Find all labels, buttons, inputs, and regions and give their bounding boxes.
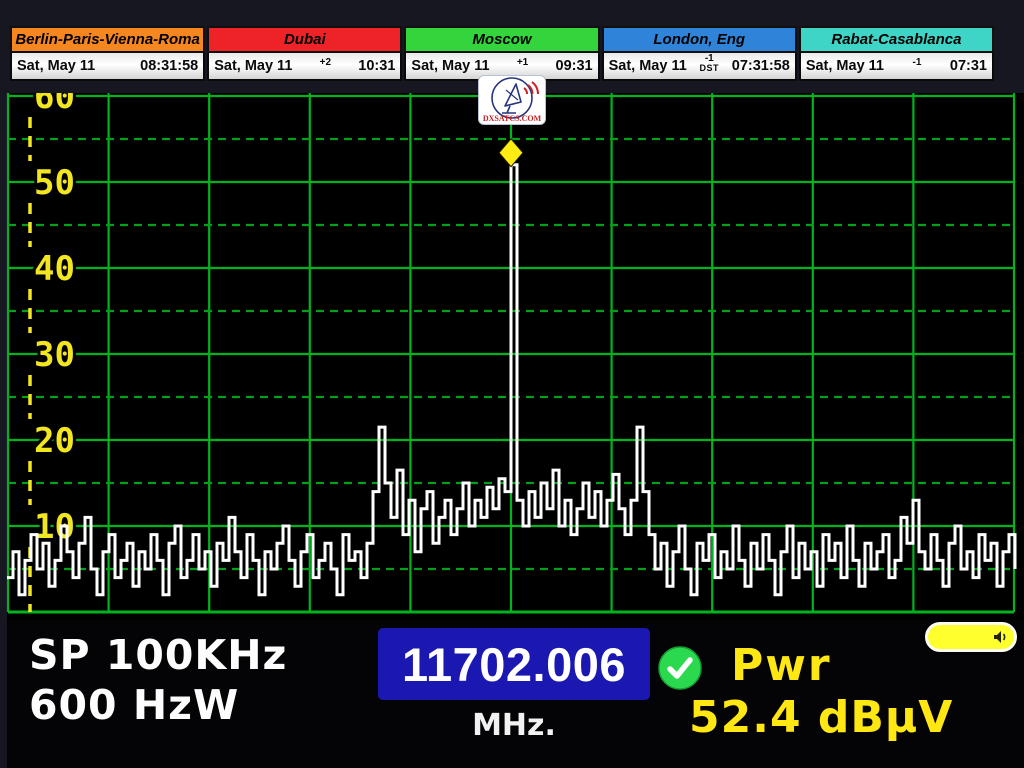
clock-date: Sat, May 11 (609, 58, 687, 74)
speaker-icon (992, 629, 1008, 645)
clock-column: Rabat-Casablanca Sat, May 11 -1 07:31 (799, 26, 994, 84)
readout-panel: SP 100KHz 600 HzW 11702.006 MHz. Pwr 52.… (7, 620, 1024, 768)
clock-time: 07:31:58 (732, 58, 790, 74)
clock-utc-offset: +2 (320, 58, 331, 68)
clock-date: Sat, May 11 (806, 58, 884, 74)
frequency-unit-label: MHz. (378, 708, 650, 743)
clock-date: Sat, May 11 (214, 58, 292, 74)
clock-city-label: London, Eng (602, 26, 797, 53)
spectrum-plot: 60 50 40 30 20 10 (0, 93, 1024, 620)
clock-city-label: Rabat-Casablanca (799, 26, 994, 53)
clock-time-row: Sat, May 11 -1 07:31 (799, 53, 994, 81)
y-axis-tick-label: 50 (34, 163, 75, 203)
clock-utc-offset: -1 DST (700, 54, 720, 73)
clock-column: London, Eng Sat, May 11 -1 DST 07:31:58 (602, 26, 797, 84)
span-label: SP 100KHz (29, 630, 287, 680)
clock-column: Dubai Sat, May 11 +2 10:31 (207, 26, 402, 84)
y-axis-tick-label: 20 (34, 421, 75, 461)
bandwidth-label: 600 HzW (29, 680, 287, 730)
frequency-value: 11702.006 (402, 637, 626, 692)
clock-time: 07:31 (950, 58, 987, 74)
clock-column: Berlin-Paris-Vienna-Roma Sat, May 11 08:… (10, 26, 205, 84)
power-value: 52.4 dBµV (689, 692, 953, 743)
satellite-dish-icon: DXSATCS.COM (479, 76, 545, 124)
frequency-display[interactable]: 11702.006 (378, 628, 650, 700)
y-axis-tick-label: 10 (34, 507, 75, 547)
clock-city-label: Moscow (404, 26, 599, 53)
clock-utc-offset-label: DST (700, 64, 720, 73)
y-axis-tick-label: 40 (34, 249, 75, 289)
logo-text: DXSATCS.COM (483, 114, 542, 123)
clock-time-row: Sat, May 11 +2 10:31 (207, 53, 402, 81)
clock-time: 10:31 (358, 58, 395, 74)
clock-time-row: Sat, May 11 08:31:58 (10, 53, 205, 81)
spectrum-analyzer-screen: Berlin-Paris-Vienna-Roma Sat, May 11 08:… (0, 0, 1024, 768)
clock-city-label: Dubai (207, 26, 402, 53)
clock-city-label: Berlin-Paris-Vienna-Roma (10, 26, 205, 53)
dxsatcs-logo: DXSATCS.COM (478, 75, 546, 125)
span-bandwidth-block: SP 100KHz 600 HzW (29, 630, 287, 730)
clock-utc-offset-value: +2 (320, 58, 331, 68)
y-axis-tick-label: 60 (34, 93, 75, 117)
power-label: Pwr (731, 640, 832, 691)
clock-time-row: Sat, May 11 -1 DST 07:31:58 (602, 53, 797, 81)
audio-toggle-switch[interactable] (925, 622, 1017, 652)
clock-date: Sat, May 11 (17, 58, 95, 74)
clock-utc-offset: +1 (517, 58, 528, 68)
clock-time: 08:31:58 (140, 58, 198, 74)
lock-check-icon (658, 646, 702, 690)
clock-time: 09:31 (556, 58, 593, 74)
clock-utc-offset: -1 (913, 58, 922, 68)
y-axis-tick-label: 30 (34, 335, 75, 375)
clock-utc-offset-value: +1 (517, 58, 528, 68)
clock-utc-offset-value: -1 (913, 58, 922, 68)
spectrum-plot-canvas: 60 50 40 30 20 10 (0, 93, 1024, 620)
clock-date: Sat, May 11 (411, 58, 489, 74)
